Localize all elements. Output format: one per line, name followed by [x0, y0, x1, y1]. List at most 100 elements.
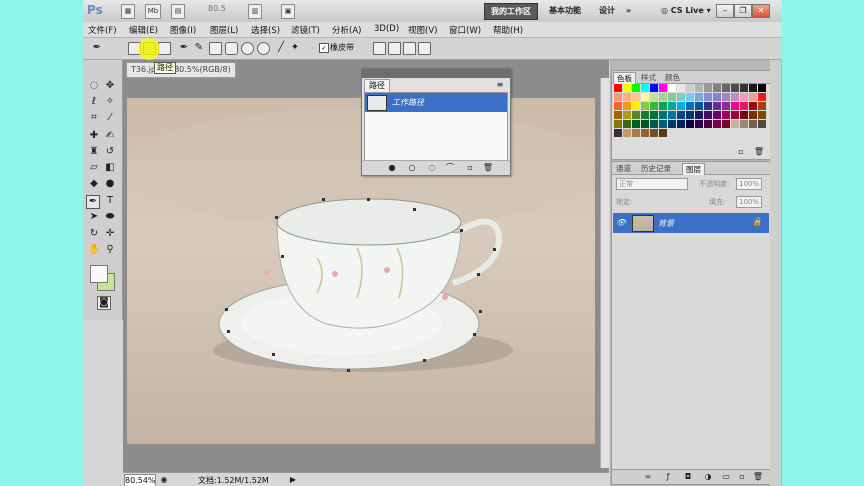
paths-panel-grip[interactable]: [362, 69, 510, 78]
color-swatch[interactable]: [695, 93, 703, 101]
adjustment-layer-icon[interactable]: ◑: [702, 471, 714, 483]
zoom-field[interactable]: 80.54%: [124, 474, 156, 486]
tab-swatches[interactable]: 色板: [613, 72, 636, 84]
restore-icon[interactable]: ❐: [734, 4, 752, 18]
quick-mask-icon[interactable]: ◙: [97, 296, 111, 310]
color-swatch[interactable]: [677, 111, 685, 119]
pen-tool-icon[interactable]: ✒: [86, 195, 100, 209]
color-swatch[interactable]: [731, 111, 739, 119]
color-swatch[interactable]: [668, 120, 676, 128]
color-swatch[interactable]: [740, 111, 748, 119]
color-swatch[interactable]: [713, 120, 721, 128]
color-swatch[interactable]: [686, 93, 694, 101]
rubber-band-checkbox[interactable]: ✓: [319, 43, 329, 53]
color-swatch[interactable]: [704, 111, 712, 119]
color-swatch[interactable]: [623, 93, 631, 101]
document-tab[interactable]: T36.jpg @ 80.5%(RGB/8): [126, 62, 236, 78]
color-swatch[interactable]: [722, 102, 730, 110]
screen-mode-icon[interactable]: ▣: [281, 4, 295, 19]
color-swatch[interactable]: [632, 129, 640, 137]
tab-layers[interactable]: 图层: [682, 163, 705, 175]
healing-brush-icon[interactable]: ✚: [88, 130, 100, 142]
color-swatch[interactable]: [695, 84, 703, 92]
history-brush-icon[interactable]: ↺: [104, 146, 116, 158]
color-swatch[interactable]: [668, 111, 676, 119]
close-icon[interactable]: ✕: [752, 4, 770, 18]
clone-stamp-icon[interactable]: ♜: [88, 146, 100, 158]
rectangle-icon[interactable]: [209, 42, 222, 55]
view-extras-icon[interactable]: ▤: [171, 4, 185, 19]
blend-mode-select[interactable]: 正常: [616, 178, 688, 190]
color-swatch[interactable]: [758, 111, 766, 119]
new-swatch-icon[interactable]: ▫: [735, 146, 747, 158]
tab-channels[interactable]: 通道: [613, 163, 634, 174]
menu-view[interactable]: 视图(V): [408, 24, 437, 36]
color-swatch[interactable]: [668, 102, 676, 110]
color-swatch[interactable]: [614, 111, 622, 119]
workspace-essentials[interactable]: 基本功能: [543, 3, 587, 18]
subtract-path-icon[interactable]: [388, 42, 401, 55]
quick-select-icon[interactable]: ✧: [104, 96, 116, 108]
color-swatch[interactable]: [686, 102, 694, 110]
3d-orbit-icon[interactable]: ✛: [104, 228, 116, 240]
status-info-icon[interactable]: ◉: [158, 474, 170, 486]
fill-input[interactable]: 100%: [736, 196, 762, 208]
color-swatch[interactable]: [614, 120, 622, 128]
crop-tool-icon[interactable]: ⌗: [88, 112, 100, 124]
eyedropper-icon[interactable]: ⁄: [104, 112, 116, 124]
add-to-path-icon[interactable]: [373, 42, 386, 55]
line-icon[interactable]: ╱: [275, 42, 287, 54]
color-swatch[interactable]: [704, 93, 712, 101]
color-swatch[interactable]: [758, 102, 766, 110]
move-tool-icon[interactable]: ✥: [104, 80, 116, 92]
pen-icon[interactable]: ✒: [178, 42, 190, 54]
arrange-documents-icon[interactable]: ▥: [248, 4, 262, 19]
color-swatch[interactable]: [722, 84, 730, 92]
canvas-vertical-scrollbar[interactable]: [600, 78, 609, 468]
color-swatch[interactable]: [677, 93, 685, 101]
more-workspaces-icon[interactable]: »: [620, 3, 637, 18]
menu-image[interactable]: 图像(I): [170, 24, 196, 36]
paths-panel-menu-icon[interactable]: ≡: [494, 79, 506, 91]
color-swatch[interactable]: [749, 84, 757, 92]
color-swatch[interactable]: [632, 84, 640, 92]
color-swatch[interactable]: [731, 84, 739, 92]
status-menu-arrow-icon[interactable]: ▶: [287, 474, 299, 486]
color-swatch[interactable]: [614, 102, 622, 110]
color-swatch[interactable]: [749, 93, 757, 101]
color-swatch[interactable]: [686, 120, 694, 128]
color-swatch[interactable]: [641, 129, 649, 137]
color-swatch[interactable]: [713, 111, 721, 119]
lasso-tool-icon[interactable]: ℓ: [88, 96, 100, 108]
right-panel-scrollbar[interactable]: [770, 60, 781, 486]
new-path-icon[interactable]: ▫: [464, 162, 476, 174]
menu-help[interactable]: 帮助(H): [493, 24, 523, 36]
color-swatch[interactable]: [641, 102, 649, 110]
menu-3d[interactable]: 3D(D): [374, 24, 399, 34]
selection-to-path-icon[interactable]: ⌒: [444, 162, 456, 174]
color-swatch[interactable]: [686, 111, 694, 119]
color-swatch[interactable]: [740, 120, 748, 128]
bridge-icon[interactable]: ▦: [121, 4, 135, 19]
opacity-input[interactable]: 100%: [736, 178, 762, 190]
color-swatch[interactable]: [749, 102, 757, 110]
exclude-path-icon[interactable]: [418, 42, 431, 55]
mini-bridge-button[interactable]: Mb: [145, 4, 161, 19]
color-swatch[interactable]: [632, 93, 640, 101]
dodge-tool-icon[interactable]: ●: [104, 178, 116, 190]
fill-path-icon[interactable]: ●: [386, 162, 398, 174]
color-swatch[interactable]: [668, 93, 676, 101]
new-group-icon[interactable]: ▭: [720, 471, 732, 483]
color-swatch[interactable]: [641, 111, 649, 119]
color-swatch[interactable]: [659, 102, 667, 110]
color-swatch[interactable]: [731, 102, 739, 110]
path-to-selection-icon[interactable]: ◌: [426, 162, 438, 174]
swatch-grid[interactable]: [614, 84, 770, 138]
color-swatch[interactable]: [740, 93, 748, 101]
menu-layer[interactable]: 图层(L): [210, 24, 238, 36]
color-swatch[interactable]: [632, 111, 640, 119]
color-swatch[interactable]: [659, 111, 667, 119]
color-swatch[interactable]: [659, 129, 667, 137]
eye-icon[interactable]: 👁: [616, 218, 626, 227]
delete-swatch-icon[interactable]: 🗑: [753, 146, 765, 158]
